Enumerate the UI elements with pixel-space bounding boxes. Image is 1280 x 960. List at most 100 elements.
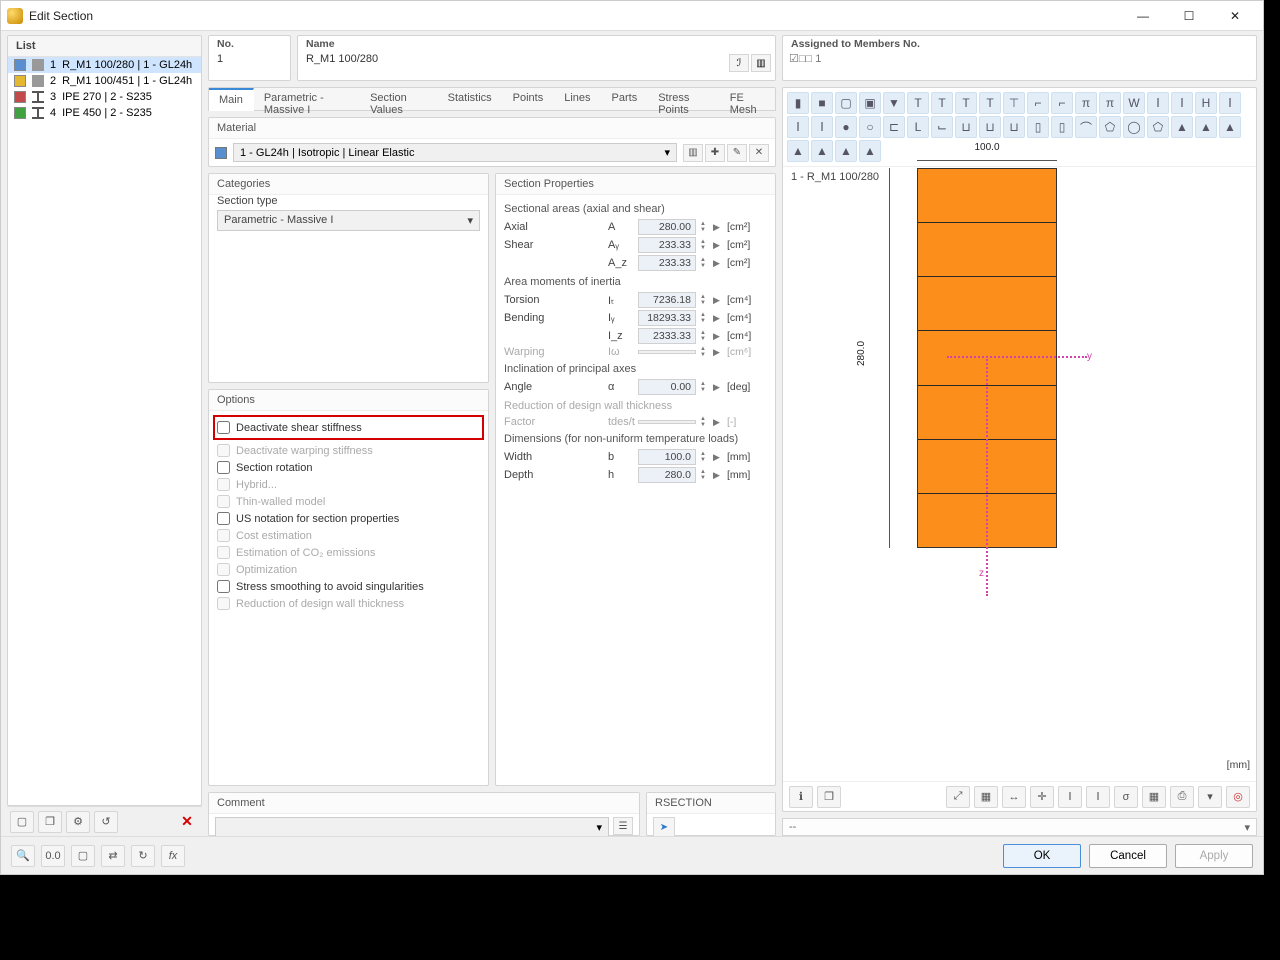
tab-parts[interactable]: Parts (602, 88, 649, 110)
comment-pick-icon[interactable]: ☰ (613, 817, 633, 835)
shape-H-icon[interactable]: H (1195, 92, 1217, 114)
shape-U2-icon[interactable]: ⊔ (979, 116, 1001, 138)
play-icon[interactable]: ▶ (713, 470, 723, 481)
shape-hollow-icon[interactable]: ▢ (835, 92, 857, 114)
shape-col-icon[interactable]: ▯ (1027, 116, 1049, 138)
library-icon[interactable]: ▥ (751, 54, 771, 72)
shape-I2-icon[interactable]: Ⅰ (1171, 92, 1193, 114)
shape-circle-icon[interactable]: ● (835, 116, 857, 138)
preview-i2-icon[interactable]: Ⅰ (1086, 786, 1110, 808)
shape-I4-icon[interactable]: Ⅰ (787, 116, 809, 138)
preview-fit-icon[interactable]: ⤢ (946, 786, 970, 808)
cancel-button[interactable]: Cancel (1089, 844, 1167, 868)
shape-poly-icon[interactable]: ⬠ (1099, 116, 1121, 138)
assigned-value[interactable]: ☑□□ 1 (783, 50, 1256, 70)
shape-U-icon[interactable]: ⊔ (955, 116, 977, 138)
shape-U3-icon[interactable]: ⊔ (1003, 116, 1025, 138)
shape-d-icon[interactable]: ▲ (787, 140, 809, 162)
spinner-icon[interactable]: ▲▼ (700, 381, 709, 393)
spinner-icon[interactable]: ▲▼ (700, 221, 709, 233)
spinner-icon[interactable]: ▲▼ (700, 451, 709, 463)
tab-section-values[interactable]: Section Values (360, 88, 438, 110)
shape-e-icon[interactable]: ▲ (811, 140, 833, 162)
shape-g-icon[interactable]: ▲ (859, 140, 881, 162)
play-icon[interactable]: ▶ (713, 295, 723, 306)
preview-info-icon[interactable]: ℹ (789, 786, 813, 808)
maximize-button[interactable]: ☐ (1167, 2, 1211, 30)
preview-more-icon[interactable]: ▾ (1198, 786, 1222, 808)
shape-pi-icon[interactable]: π (1075, 92, 1097, 114)
shape-square-icon[interactable]: ■ (811, 92, 833, 114)
name-value[interactable]: R_M1 100/280 (298, 50, 775, 70)
edit-name-icon[interactable]: ℐ (729, 54, 749, 72)
section-type-select[interactable]: Parametric - Massive I▾ (217, 210, 480, 231)
option-checkbox[interactable] (217, 580, 230, 593)
spinner-icon[interactable]: ▲▼ (700, 257, 709, 269)
prop-value-input[interactable]: 2333.33 (638, 328, 696, 344)
preview-stress-icon[interactable]: σ (1114, 786, 1138, 808)
prop-value-input[interactable]: 280.0 (638, 467, 696, 483)
shape-I3-icon[interactable]: Ⅰ (1219, 92, 1241, 114)
list-item-1[interactable]: 2R_M1 100/451 | 1 - GL24h (8, 73, 201, 89)
shape-I5-icon[interactable]: Ⅰ (811, 116, 833, 138)
tab-parametric-massive-i[interactable]: Parametric - Massive I (254, 88, 360, 110)
spinner-icon[interactable]: ▲▼ (700, 239, 709, 251)
prop-value-input[interactable]: 280.00 (638, 219, 696, 235)
preview-dim-icon[interactable]: ↔ (1002, 786, 1026, 808)
shape-col2-icon[interactable]: ▯ (1051, 116, 1073, 138)
shape-b-icon[interactable]: ▲ (1195, 116, 1217, 138)
mat-library-icon[interactable]: ▥ (683, 144, 703, 162)
shape-W-icon[interactable]: W (1123, 92, 1145, 114)
preview-target-icon[interactable]: ◎ (1226, 786, 1250, 808)
preview-grid-icon[interactable]: ▦ (974, 786, 998, 808)
ok-button[interactable]: OK (1003, 844, 1081, 868)
prop-value-input[interactable]: 18293.33 (638, 310, 696, 326)
tab-stress-points[interactable]: Stress Points (648, 88, 720, 110)
prop-value-input[interactable]: 7236.18 (638, 292, 696, 308)
shape-c-icon[interactable]: ▲ (1219, 116, 1241, 138)
shape-T4-icon[interactable]: T (979, 92, 1001, 114)
apply-button[interactable]: Apply (1175, 844, 1253, 868)
shape-f-icon[interactable]: ▲ (835, 140, 857, 162)
shape-T5-icon[interactable]: ⊤ (1003, 92, 1025, 114)
tab-statistics[interactable]: Statistics (438, 88, 503, 110)
tab-fe-mesh[interactable]: FE Mesh (720, 88, 775, 110)
spinner-icon[interactable]: ▲▼ (700, 312, 709, 324)
option-2[interactable]: Section rotation (217, 459, 480, 476)
shape-L3-icon[interactable]: L (907, 116, 929, 138)
delete-icon[interactable]: ✕ (175, 811, 199, 833)
mat-new-icon[interactable]: ✚ (705, 144, 725, 162)
close-button[interactable]: ✕ (1213, 2, 1257, 30)
shape-step-icon[interactable]: ⌙ (931, 116, 953, 138)
mat-edit-icon[interactable]: ✎ (727, 144, 747, 162)
units-icon[interactable]: 0.0 (41, 845, 65, 867)
option-5[interactable]: US notation for section properties (217, 510, 480, 527)
prop-value-input[interactable]: 233.33 (638, 255, 696, 271)
preview-copy-icon[interactable]: ❐ (817, 786, 841, 808)
tree-icon[interactable]: ⇄ (101, 845, 125, 867)
shape-oval-icon[interactable]: ◯ (1123, 116, 1145, 138)
no-value[interactable]: 1 (209, 50, 290, 70)
shape-box-icon[interactable]: ▣ (859, 92, 881, 114)
shape-I-icon[interactable]: Ⅰ (1147, 92, 1169, 114)
shape-rect-icon[interactable]: ▮ (787, 92, 809, 114)
tab-lines[interactable]: Lines (554, 88, 601, 110)
rsection-launch-icon[interactable]: ➤ (653, 817, 675, 837)
play-icon[interactable]: ▶ (713, 258, 723, 269)
shape-L2-icon[interactable]: ⌐ (1051, 92, 1073, 114)
shape-a-icon[interactable]: ▲ (1171, 116, 1193, 138)
spinner-icon[interactable]: ▲▼ (700, 330, 709, 342)
play-icon[interactable]: ▶ (713, 240, 723, 251)
spinner-icon[interactable]: ▲▼ (700, 294, 709, 306)
display-icon[interactable]: ▢ (71, 845, 95, 867)
minimize-button[interactable]: — (1121, 2, 1165, 30)
spinner-icon[interactable]: ▲▼ (700, 469, 709, 481)
shape-L-icon[interactable]: ⌐ (1027, 92, 1049, 114)
option-0[interactable]: Deactivate shear stiffness (217, 419, 480, 436)
prop-value-input[interactable]: 0.00 (638, 379, 696, 395)
prop-value-input[interactable]: 233.33 (638, 237, 696, 253)
play-icon[interactable]: ▶ (713, 331, 723, 342)
shape-T2-icon[interactable]: T (931, 92, 953, 114)
shape-C-icon[interactable]: ⊏ (883, 116, 905, 138)
shape-arch-icon[interactable]: ⌒ (1075, 116, 1097, 138)
